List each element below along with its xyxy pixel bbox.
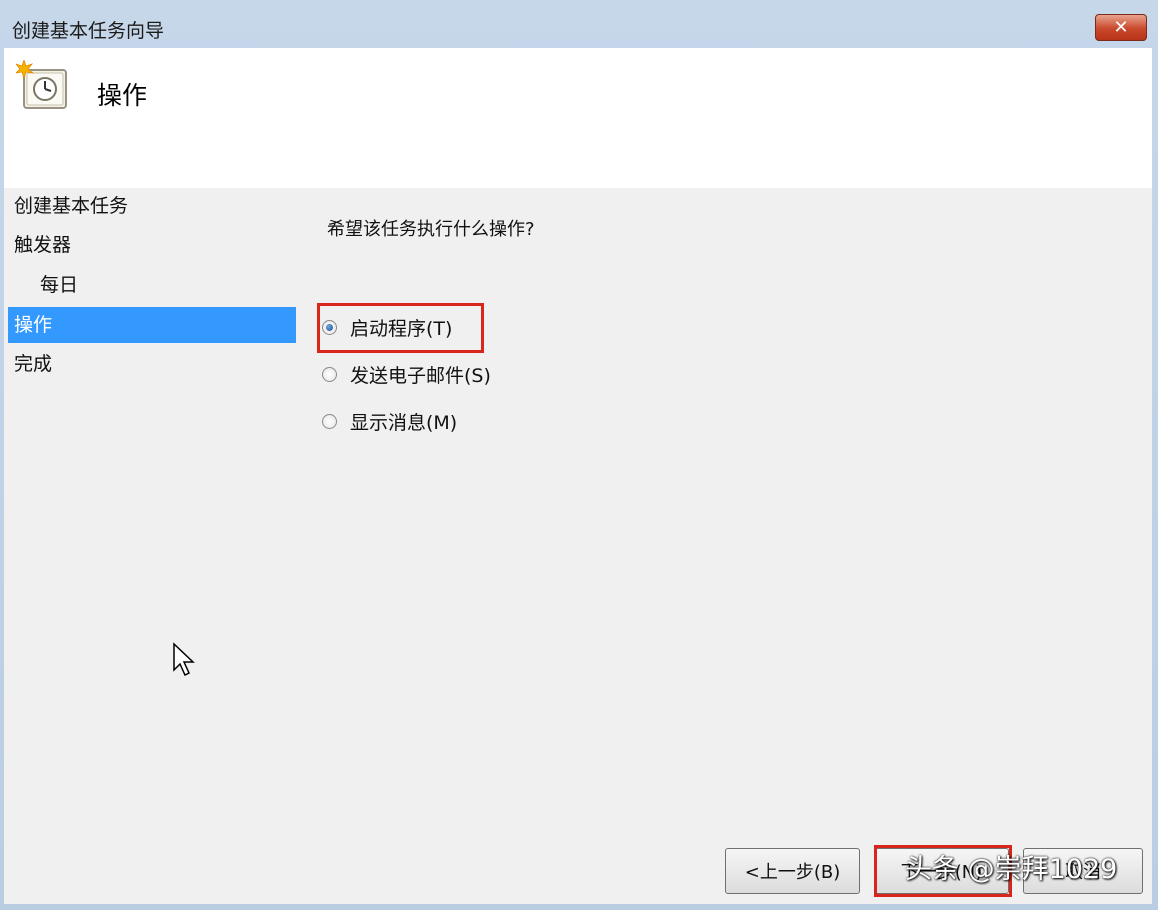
nav-item-label: 完成 (14, 353, 53, 375)
close-button[interactable]: ✕ (1095, 14, 1147, 41)
radio-button[interactable] (322, 366, 337, 382)
nav-item-label: 触发器 (14, 234, 72, 256)
scheduled-task-clock-icon (16, 60, 67, 109)
close-icon: ✕ (1113, 17, 1129, 38)
option-label: 发送电子邮件(S) (350, 364, 491, 387)
radio-button[interactable] (322, 413, 337, 429)
nav-item-create-basic-task[interactable]: 创建基本任务 (8, 188, 296, 224)
back-button[interactable]: <上一步(B) (725, 848, 860, 894)
title-bar[interactable]: 创建基本任务向导 ✕ (0, 0, 1158, 48)
mouse-pointer-icon (173, 642, 195, 677)
option-send-email[interactable]: 发送电子邮件(S) (322, 359, 491, 389)
option-label: 显示消息(M) (350, 411, 458, 434)
nav-item-action[interactable]: 操作 (8, 307, 296, 343)
option-show-message[interactable]: 显示消息(M) (322, 406, 457, 436)
action-question: 希望该任务执行什么操作? (327, 219, 535, 240)
nav-item-finish[interactable]: 完成 (8, 346, 296, 382)
nav-item-trigger[interactable]: 触发器 (8, 227, 296, 263)
wizard-steps-nav: 创建基本任务 触发器 每日 操作 完成 (4, 188, 304, 748)
nav-item-label: 创建基本任务 (14, 195, 129, 217)
wizard-header: 操作 (4, 48, 1152, 188)
nav-item-label: 操作 (14, 314, 53, 336)
window-title: 创建基本任务向导 (12, 20, 165, 42)
watermark-text: 头条 @崇拜1029 (905, 854, 1118, 885)
nav-item-daily[interactable]: 每日 (8, 267, 296, 303)
nav-item-label: 每日 (40, 274, 79, 296)
page-title: 操作 (97, 81, 148, 110)
back-button-label: <上一步(B) (744, 862, 841, 883)
highlight-box-start-program (317, 303, 484, 353)
task-wizard-window: 创建基本任务向导 ✕ 操作 创建基本任务 触发器 每日 操作 完成 希望该任务执… (0, 0, 1158, 910)
wizard-body: 操作 创建基本任务 触发器 每日 操作 完成 希望该任务执行什么操作? 启动程序… (4, 48, 1152, 904)
